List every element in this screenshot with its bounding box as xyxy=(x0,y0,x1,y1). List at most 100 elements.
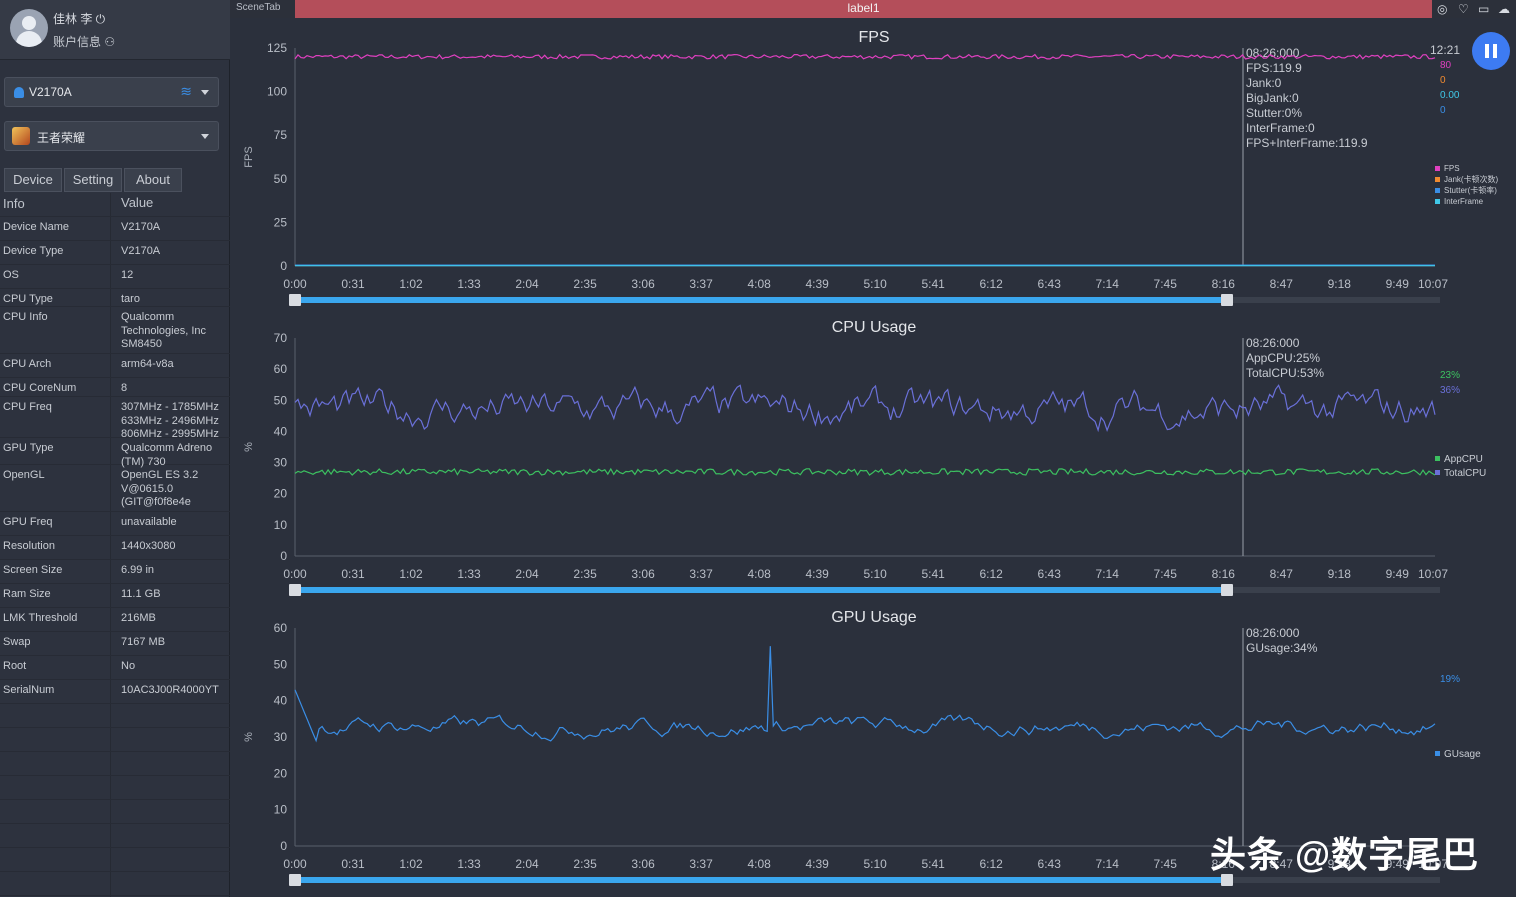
user-panel: 佳林 李 ⏻ 账户信息 ⚇ xyxy=(0,0,230,60)
info-value-line: V2170A xyxy=(121,245,161,257)
table-row: OpenGL OpenGL ES 3.2 V@0615.0 (GIT@f0f8e4e xyxy=(0,465,230,512)
scroll-handle-left xyxy=(289,294,301,306)
info-value-line: 10AC3J00R4000YT xyxy=(121,684,219,696)
legend-label: GUsage xyxy=(1444,749,1481,760)
scene-tab[interactable]: SceneTab xyxy=(236,2,280,13)
y-tick-label: 50 xyxy=(274,393,288,407)
x-tick-label: 5:41 xyxy=(921,277,945,291)
x-tick-label: 1:33 xyxy=(457,277,481,291)
info-key: LMK Threshold xyxy=(3,612,78,624)
tab-device[interactable]: Device xyxy=(4,168,62,192)
y-tick-label: 30 xyxy=(274,730,288,744)
pause-button[interactable] xyxy=(1472,32,1510,70)
device-select[interactable]: V2170A ≋ xyxy=(4,77,219,107)
info-value: V2170A xyxy=(121,221,229,235)
folder-icon[interactable]: ▭ xyxy=(1478,2,1489,16)
x-tick-label: 5:10 xyxy=(863,857,887,871)
table-row: Device Type V2170A xyxy=(0,241,230,265)
pin-icon[interactable]: ♡ xyxy=(1458,2,1469,16)
x-tick-label: 9:18 xyxy=(1328,277,1352,291)
x-tick-label: 2:35 xyxy=(573,857,597,871)
info-value-line: 1440x3080 xyxy=(121,540,176,552)
table-row: CPU CoreNum 8 xyxy=(0,378,230,397)
x-tick-label: 4:39 xyxy=(805,567,829,581)
x-tick-label: 0:31 xyxy=(341,857,365,871)
column-divider xyxy=(110,752,111,775)
x-tick-label: 6:12 xyxy=(980,857,1004,871)
y-tick-label: 30 xyxy=(274,456,288,470)
legend-label: Stutter(卡顿率) xyxy=(1444,185,1497,195)
info-key: Info xyxy=(3,196,25,211)
column-divider xyxy=(110,241,111,264)
x-tick-label: 2:35 xyxy=(573,277,597,291)
y-tick-label: 60 xyxy=(274,621,288,635)
column-divider xyxy=(110,536,111,559)
info-value: OpenGL ES 3.2 V@0615.0 (GIT@f0f8e4e xyxy=(121,469,229,510)
chart-title: CPU Usage xyxy=(832,319,917,336)
x-tick-label: 3:37 xyxy=(689,277,713,291)
info-key: CPU Freq xyxy=(3,401,52,413)
x-tick-label: 2:35 xyxy=(573,567,597,581)
scene-label-bar[interactable]: label1 xyxy=(295,0,1432,18)
table-row xyxy=(0,872,230,896)
column-divider xyxy=(110,378,111,396)
x-tick-label: 1:02 xyxy=(399,567,423,581)
current-value: 0 xyxy=(1440,105,1446,116)
info-key: GPU Freq xyxy=(3,516,53,528)
info-key: CPU CoreNum xyxy=(3,382,77,394)
tab-setting[interactable]: Setting xyxy=(64,168,122,192)
cursor-readout: FPS+InterFrame:119.9 xyxy=(1246,136,1368,150)
device-info-table: Info Value Device Name V2170A Device Type V21… xyxy=(0,193,230,897)
app-window: 佳林 李 ⏻ 账户信息 ⚇ V2170A ≋ 王者荣耀 Device Setti… xyxy=(0,0,1516,897)
x-tick-label: 6:43 xyxy=(1038,277,1062,291)
x-tick-label: 6:43 xyxy=(1038,567,1062,581)
location-icon[interactable]: ◎ xyxy=(1437,2,1447,16)
info-value-line: 8 xyxy=(121,382,128,394)
cloud-icon[interactable]: ☁ xyxy=(1498,2,1510,16)
avatar[interactable] xyxy=(10,9,48,47)
x-tick-label: 6:12 xyxy=(980,277,1004,291)
info-value: 12 xyxy=(121,269,229,283)
y-tick-label: 100 xyxy=(267,85,287,99)
x-tick-label: 4:08 xyxy=(747,567,771,581)
column-divider xyxy=(110,800,111,823)
chevron-down-icon xyxy=(201,134,209,139)
timeline-scrollbar xyxy=(295,587,1227,593)
gusage-line xyxy=(294,646,1436,743)
table-row xyxy=(0,728,230,752)
table-row: CPU Arch arm64-v8a xyxy=(0,354,230,378)
x-tick-label: 5:41 xyxy=(921,567,945,581)
table-row xyxy=(0,848,230,872)
y-tick-label: 20 xyxy=(274,487,288,501)
watermark: 头条 @数字尾巴 xyxy=(1210,834,1480,875)
tab-about[interactable]: About xyxy=(124,168,182,192)
user-name[interactable]: 佳林 李 ⏻ xyxy=(53,10,105,27)
info-key: OpenGL xyxy=(3,469,45,481)
cursor-readout: FPS:119.9 xyxy=(1246,61,1302,75)
info-value-line: Qualcomm xyxy=(121,311,175,323)
timeline-scrollbar xyxy=(295,297,1227,303)
x-tick-label: 0:00 xyxy=(283,567,307,581)
y-tick-label: 50 xyxy=(274,657,288,671)
column-divider xyxy=(110,217,111,240)
info-value-line: 11.1 GB xyxy=(121,588,161,600)
y-tick-label: 70 xyxy=(274,331,288,345)
x-tick-label: 7:45 xyxy=(1154,567,1178,581)
column-divider xyxy=(110,680,111,703)
x-tick-label: 2:04 xyxy=(515,857,539,871)
info-value: 11.1 GB xyxy=(121,588,229,602)
scroll-handle-left xyxy=(289,874,301,886)
table-row: GPU Type Qualcomm Adreno (TM) 730 xyxy=(0,438,230,468)
table-header: Info Value xyxy=(0,193,230,217)
info-key: CPU Info xyxy=(3,311,48,323)
info-value-line: No xyxy=(121,660,136,672)
x-tick-label: 1:02 xyxy=(399,277,423,291)
x-tick-label: 7:45 xyxy=(1154,277,1178,291)
column-divider xyxy=(110,776,111,799)
legend-swatch xyxy=(1435,166,1440,171)
info-key: Device Type xyxy=(3,245,64,257)
account-info-link[interactable]: 账户信息 ⚇ xyxy=(53,33,115,50)
app-select[interactable]: 王者荣耀 xyxy=(4,121,219,151)
x-tick-label: 10:07 xyxy=(1418,277,1448,291)
y-tick-label: 50 xyxy=(274,172,288,186)
